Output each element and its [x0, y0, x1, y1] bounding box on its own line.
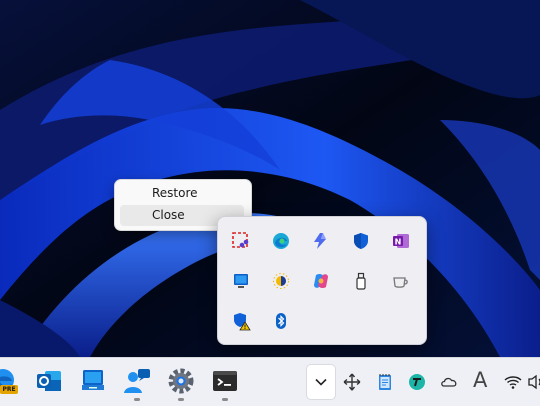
edge-icon[interactable]	[271, 231, 291, 251]
cup-icon[interactable]	[391, 271, 411, 291]
onenote-icon[interactable]: N	[391, 231, 411, 251]
defender-shield-icon[interactable]	[351, 231, 371, 251]
chevron-down-icon	[315, 378, 327, 386]
usb-drive-icon[interactable]	[351, 271, 371, 291]
running-indicator	[178, 398, 184, 401]
move-arrows-icon[interactable]	[342, 372, 362, 392]
running-indicator	[134, 398, 140, 401]
settings-icon[interactable]	[166, 366, 196, 396]
notepad-icon[interactable]	[375, 372, 395, 392]
edge-preview-icon[interactable]: PRE	[0, 366, 18, 396]
taskbar: PRE A	[0, 357, 540, 406]
running-indicator	[222, 398, 228, 401]
bluetooth-icon[interactable]	[271, 311, 291, 331]
sync-app-icon[interactable]	[407, 372, 427, 392]
people-chat-icon[interactable]	[122, 366, 152, 396]
snipping-tool-icon[interactable]	[231, 231, 251, 251]
weather-sun-icon[interactable]	[271, 271, 291, 291]
font-icon[interactable]: A	[473, 368, 487, 392]
tray-overflow-flyout: N	[217, 216, 427, 345]
wifi-icon[interactable]	[503, 372, 523, 392]
terminal-icon[interactable]	[210, 366, 240, 396]
copilot-icon[interactable]	[311, 271, 331, 291]
show-hidden-icons-button[interactable]	[306, 364, 336, 400]
svg-text:N: N	[395, 238, 402, 247]
outlook-icon[interactable]	[34, 366, 64, 396]
preview-badge: PRE	[0, 385, 18, 394]
volume-icon[interactable]	[527, 372, 540, 392]
power-automate-icon[interactable]	[311, 231, 331, 251]
security-warning-icon[interactable]	[231, 311, 251, 331]
remote-desktop-icon[interactable]	[78, 366, 108, 396]
onedrive-cloud-icon[interactable]	[439, 372, 459, 392]
restore-menu-item[interactable]: Restore	[120, 183, 244, 204]
monitor-icon[interactable]	[231, 271, 251, 291]
